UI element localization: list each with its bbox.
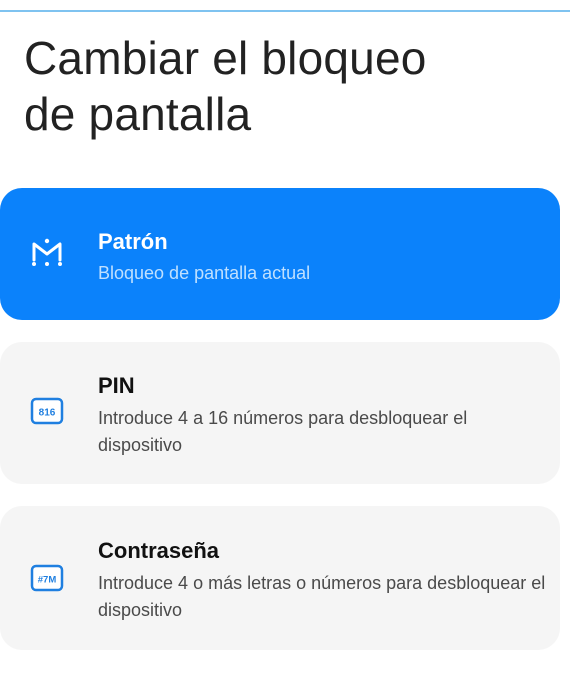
password-icon-text: #7M (38, 575, 57, 586)
option-password-subtitle: Introduce 4 o más letras o números para … (98, 573, 546, 620)
option-password-title: Contraseña (98, 538, 220, 563)
page-title: Cambiar el bloqueo de pantalla (24, 32, 427, 140)
option-pattern-subtitle: Bloqueo de pantalla actual (98, 263, 311, 283)
password-icon: #7M (30, 564, 64, 592)
pin-icon-text: 816 (39, 408, 56, 419)
pin-icon: 816 (30, 397, 64, 425)
option-pin-subtitle: Introduce 4 a 16 números para desbloquea… (98, 408, 468, 455)
option-pin-title: PIN (98, 373, 135, 398)
pattern-icon (32, 238, 62, 266)
option-pattern[interactable] (0, 188, 560, 320)
top-divider (0, 0, 570, 12)
option-pattern-title: Patrón (98, 229, 168, 254)
